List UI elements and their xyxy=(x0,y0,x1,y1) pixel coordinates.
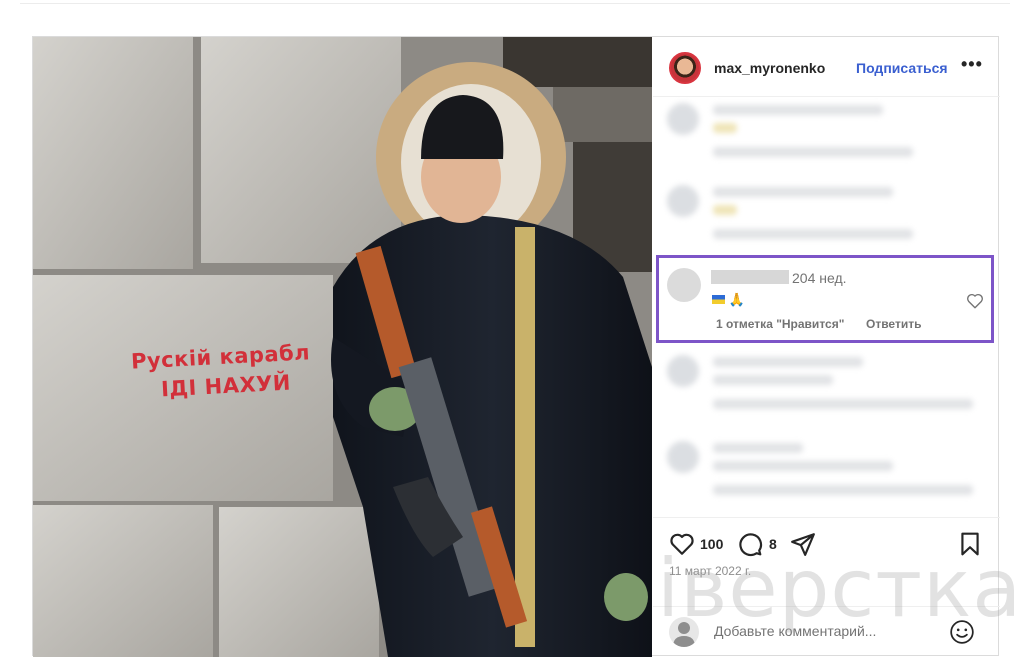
user-silhouette-icon xyxy=(673,622,695,647)
add-comment-input[interactable] xyxy=(714,620,934,642)
highlighted-comment: 204 нед. 🙏 1 отметка "Нравится" Ответить xyxy=(656,255,994,343)
comment-icon[interactable] xyxy=(737,531,763,557)
comment-text: 🙏 xyxy=(712,291,745,308)
comment-like-heart-icon[interactable] xyxy=(966,292,984,310)
emoji-smiley-icon[interactable] xyxy=(949,619,975,645)
blurred-comment xyxy=(653,349,1000,429)
more-options-icon[interactable]: ••• xyxy=(961,54,983,75)
commenter-avatar[interactable] xyxy=(667,268,701,302)
post-date: 11 март 2022 г. xyxy=(669,564,752,578)
commenter-name-redacted[interactable] xyxy=(711,270,789,284)
actions-divider xyxy=(653,517,1000,518)
follow-button[interactable]: Подписаться xyxy=(856,60,948,76)
like-heart-icon[interactable] xyxy=(669,531,695,557)
top-divider xyxy=(20,3,1010,4)
photo-illustration xyxy=(33,37,652,657)
folded-hands-icon: 🙏 xyxy=(728,291,745,307)
author-username[interactable]: max_myronenko xyxy=(714,60,825,76)
author-avatar[interactable] xyxy=(669,52,701,84)
comment-time: 204 нед. xyxy=(792,270,847,286)
ukraine-flag-icon xyxy=(712,295,725,305)
blurred-comment xyxy=(653,435,1000,515)
comment-likes-link[interactable]: 1 отметка "Нравится" xyxy=(716,317,844,331)
like-count[interactable]: 100 xyxy=(700,536,723,552)
share-paper-plane-icon[interactable] xyxy=(790,531,816,557)
post-photo[interactable]: Рускій карабл ІДІ НАХУЙ xyxy=(33,37,652,657)
post-side-panel: max_myronenko Подписаться ••• 204 нед. 🙏… xyxy=(653,37,1000,657)
bookmark-icon[interactable] xyxy=(957,531,983,557)
post-header: max_myronenko Подписаться ••• xyxy=(653,37,1000,97)
reply-button[interactable]: Ответить xyxy=(866,317,921,331)
comments-list[interactable]: 204 нед. 🙏 1 отметка "Нравится" Ответить xyxy=(653,97,1000,517)
comment-count[interactable]: 8 xyxy=(769,536,777,552)
blurred-comment xyxy=(653,97,1000,177)
blurred-comment xyxy=(653,179,1000,259)
current-user-avatar xyxy=(669,617,699,647)
add-comment-bar xyxy=(653,606,1000,657)
instagram-post: Рускій карабл ІДІ НАХУЙ max_myronenko По… xyxy=(32,36,1000,657)
